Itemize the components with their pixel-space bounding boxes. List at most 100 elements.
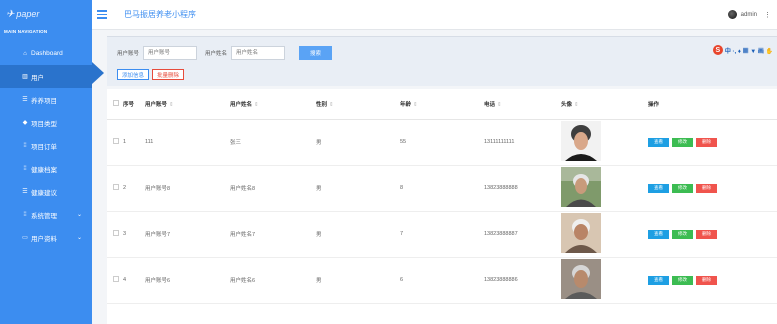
sidebar-item-label: 养养项目 [31,97,57,105]
delete-button[interactable]: 删除 [696,183,717,193]
nav-section-title: MAIN NAVIGATION [4,29,48,34]
sidebar-item-users[interactable]: ▥ 用户 [0,65,92,88]
account-search-input[interactable] [143,46,198,60]
table-header-row: 序号 用户账号 ⇕ 用户姓名 ⇕ 性别 ⇕ 年龄 ⇕ 电话 ⇕ 头像 ⇕ 操作 [107,89,777,120]
chart-icon: ▥ [22,74,28,80]
avatar-photo [561,213,601,253]
card-icon: ▭ [22,235,28,241]
more-icon[interactable]: ⋮ [764,11,771,19]
sidebar-item-label: Dashboard [31,50,63,57]
cell-account: 111 [145,119,230,166]
grid-icon: ⁞⁞ [23,165,27,172]
avatar-photo [561,167,601,207]
sidebar-item-project-types[interactable]: ◆ 项目类型 [0,111,92,134]
logo-text: paper [16,9,40,19]
add-button[interactable]: 添加信息 [117,69,150,80]
sidebar-item-system-management[interactable]: ⁞⁞ 系统管理 ⌄ [0,203,92,226]
select-all-checkbox[interactable] [113,99,119,106]
cell-phone: 13111111111 [484,119,561,166]
cell-no: 3 [123,211,145,258]
column-header-avatar[interactable]: 头像 ⇕ [561,89,648,120]
column-header-actions: 操作 [648,89,777,120]
sidebar: ✈ paper MAIN NAVIGATION ⌂ Dashboard ▥ 用户… [0,0,92,324]
avatar-photo [561,259,601,299]
chevron-down-icon: ⌄ [76,212,82,218]
view-button[interactable]: 查看 [648,275,669,285]
cell-gender: 男 [316,257,400,304]
user-menu[interactable]: admin ⋮ [727,10,771,19]
cell-name: 用户姓名7 [230,211,316,258]
home-icon: ⌂ [23,50,27,57]
username: admin [740,11,757,18]
tag-icon: ◆ [22,120,28,126]
cell-name: 用户姓名6 [230,257,316,304]
cell-no: 1 [123,119,145,166]
batch-delete-button[interactable]: 批量删除 [152,69,185,80]
cell-account: 用户账号8 [145,165,230,212]
cell-phone: 13823888886 [484,257,561,304]
sidebar-item-dashboard[interactable]: ⌂ Dashboard [0,42,92,65]
account-label: 用户账号 [117,51,140,57]
table-row: 4 用户账号6 用户姓名6 男 6 13823888886 查看 修改 删除 [107,257,777,304]
row-checkbox[interactable] [113,184,119,190]
name-search-input[interactable] [231,46,286,60]
edit-button[interactable]: 修改 [672,137,693,147]
search-panel: 用户账号 用户姓名 搜索 添加信息 批量删除 S 中 ·, ♦ ▦ ▼ 画 ✋ [107,36,777,86]
row-checkbox[interactable] [113,138,119,144]
sidebar-item-care-projects[interactable]: ☰ 养养项目 [0,88,92,111]
cell-no: 2 [123,165,145,212]
menu-toggle-icon[interactable] [97,10,107,19]
edit-button[interactable]: 修改 [672,229,693,239]
sidebar-item-health-advice[interactable]: ☰ 健康建议 [0,180,92,203]
app-title: 巴马振居养老小程序 [124,10,196,19]
ime-toolbar[interactable]: S 中 ·, ♦ ▦ ▼ 画 ✋ [712,45,773,55]
grid-icon: ⁞⁞ [23,142,27,149]
top-header: 巴马振居养老小程序 admin ⋮ [92,0,777,30]
sidebar-item-project-orders[interactable]: ⁞⁞ 项目订单 [0,134,92,157]
search-button[interactable]: 搜索 [299,46,333,60]
cell-name: 张三 [230,119,316,166]
table-row: 1 111 张三 男 55 13111111111 查看 修改 删除 [107,119,777,166]
name-label: 用户姓名 [205,51,228,57]
column-header-name[interactable]: 用户姓名 ⇕ [230,89,316,120]
delete-button[interactable]: 删除 [696,229,717,239]
edit-button[interactable]: 修改 [672,183,693,193]
sidebar-item-user-profile[interactable]: ▭ 用户资料 ⌄ [0,226,92,249]
column-header-phone[interactable]: 电话 ⇕ [484,89,561,120]
active-item-indicator [92,62,104,84]
chevron-down-icon: ⌄ [76,235,82,241]
column-header-age[interactable]: 年龄 ⇕ [400,89,484,120]
sogou-icon: S [712,45,723,55]
cell-name: 用户姓名8 [230,165,316,212]
delete-button[interactable]: 删除 [696,275,717,285]
cell-age: 7 [400,211,484,258]
avatar-photo [561,121,601,161]
sidebar-item-label: 健康建议 [31,189,57,197]
edit-button[interactable]: 修改 [672,275,693,285]
table-row: 2 用户账号8 用户姓名8 男 8 13823888888 查看 修改 删除 [107,165,777,212]
column-header-account[interactable]: 用户账号 ⇕ [145,89,230,120]
delete-button[interactable]: 删除 [696,137,717,147]
column-header-gender[interactable]: 性别 ⇕ [316,89,400,120]
avatar [727,10,737,19]
cell-age: 55 [400,119,484,166]
view-button[interactable]: 查看 [648,137,669,147]
sidebar-item-health-records[interactable]: ⁞⁞ 健康档案 [0,157,92,180]
sidebar-item-label: 用户 [31,74,44,82]
sidebar-item-label: 用户资料 [31,235,57,243]
app-logo[interactable]: ✈ paper [0,0,92,28]
cell-gender: 男 [316,119,400,166]
view-button[interactable]: 查看 [648,229,669,239]
row-checkbox[interactable] [113,230,119,236]
cell-account: 用户账号7 [145,211,230,258]
row-checkbox[interactable] [113,276,119,282]
view-button[interactable]: 查看 [648,183,669,193]
paper-plane-icon: ✈ [6,8,15,20]
grid-icon: ⁞⁞ [23,211,27,218]
cell-phone: 13823888888 [484,165,561,212]
user-table: 序号 用户账号 ⇕ 用户姓名 ⇕ 性别 ⇕ 年龄 ⇕ 电话 ⇕ 头像 ⇕ 操作 1 111 … [107,89,777,324]
sidebar-item-label: 系统管理 [31,212,57,220]
cell-phone: 13823888887 [484,211,561,258]
ime-toolbar-icons: 中 ·, ♦ ▦ ▼ 画 ✋ [724,48,773,55]
list-icon: ☰ [22,97,28,103]
